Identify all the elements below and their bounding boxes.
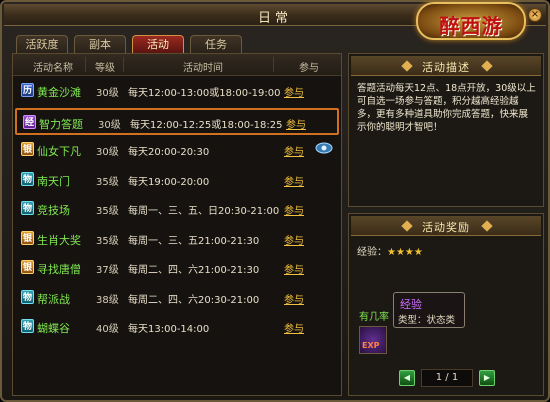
- activity-type-icon: 银: [21, 260, 34, 274]
- header-separator: [123, 57, 124, 72]
- table-row[interactable]: 物帮派战 38级 每周二、四、六20:30-21:00 参与: [15, 285, 339, 312]
- join-link[interactable]: 参与: [284, 291, 304, 306]
- join-link[interactable]: 参与: [284, 202, 304, 217]
- activity-level: 30级: [96, 147, 119, 158]
- header-level: 等级: [95, 63, 115, 74]
- tooltip-title: 经验: [400, 298, 422, 311]
- activity-name: 南天门: [37, 174, 70, 188]
- activity-name: 帮派战: [37, 292, 70, 306]
- join-link[interactable]: 参与: [284, 84, 304, 99]
- header-time: 活动时间: [183, 63, 223, 74]
- table-row[interactable]: 物蝴蝶谷 40级 每天13:00-14:00 参与: [15, 314, 339, 341]
- tab-activity-level[interactable]: 活跃度: [16, 35, 68, 53]
- join-link[interactable]: 参与: [284, 320, 304, 335]
- exp-potion-icon: EXP: [362, 341, 380, 350]
- description-panel: 活动描述 答题活动每天12点、18点开放，30级以上可自选一场参与答题，积分越高…: [348, 53, 544, 207]
- activity-name: 蝴蝶谷: [37, 322, 70, 335]
- next-page-button[interactable]: ▶: [479, 370, 495, 386]
- header-separator: [85, 57, 86, 72]
- rewards-title: 活动奖励: [422, 221, 470, 234]
- table-row[interactable]: 历黄金沙滩 30级 每天12:00-13:00或18:00-19:00 参与: [15, 78, 339, 105]
- activity-time: 每周一、三、五、日20:30-21:00: [128, 206, 280, 217]
- join-link[interactable]: 参与: [284, 143, 304, 158]
- exp-label: 经验：: [357, 247, 387, 258]
- activity-time: 每周二、四、六21:00-21:30: [128, 265, 260, 276]
- daily-window: 日常 醉西游 × 活跃度 副本 活动 任务 活动名称 等级 活动时间 参与 历黄…: [0, 0, 550, 402]
- exp-rating: 经验：★★★★: [357, 243, 423, 258]
- activity-type-icon: 经: [23, 114, 36, 129]
- activity-type-icon: 物: [21, 171, 34, 186]
- logo-text: 醉西游: [439, 14, 503, 38]
- tab-dungeon[interactable]: 副本: [74, 35, 126, 53]
- table-row[interactable]: 银寻找唐僧 37级 每周二、四、六21:00-21:30 参与: [15, 255, 339, 282]
- star-icon: ★★★★: [387, 247, 423, 258]
- activity-type-icon: 物: [21, 289, 34, 304]
- activity-level: 30级: [98, 119, 121, 131]
- activity-level: 35级: [96, 206, 119, 217]
- rewards-header: 活动奖励: [351, 216, 541, 236]
- events-table: 活动名称 等级 活动时间 参与 历黄金沙滩 30级 每天12:00-13:00或18…: [12, 53, 342, 396]
- table-row[interactable]: 银生肖大奖 35级 每周一、三、五21:00-21:30 参与: [15, 226, 339, 253]
- description-title: 活动描述: [422, 61, 470, 74]
- pagination: ◀ 1 / 1 ▶: [399, 369, 495, 387]
- description-text: 答题活动每天12点、18点开放，30级以上可自选一场参与答题，积分越高经验越多，…: [357, 83, 536, 133]
- activity-time: 每天13:00-14:00: [128, 324, 210, 335]
- join-link[interactable]: 参与: [284, 173, 304, 188]
- join-link[interactable]: 参与: [286, 116, 306, 131]
- chance-label: 有几率: [359, 312, 389, 323]
- activity-time: 每天20:00-20:30: [128, 147, 210, 158]
- join-link[interactable]: 参与: [284, 232, 304, 247]
- activity-type-icon: 物: [21, 319, 34, 333]
- activity-name: 竞技场: [37, 204, 70, 217]
- activity-time: 每周二、四、六20:30-21:00: [128, 294, 260, 306]
- activity-name: 黄金沙滩: [37, 86, 81, 99]
- table-header: 活动名称 等级 活动时间 参与: [13, 54, 341, 76]
- table-row[interactable]: 物南天门 35级 每天19:00-20:00 参与: [15, 167, 339, 194]
- activity-name: 智力答题: [39, 117, 83, 131]
- activity-time: 每天12:00-13:00或18:00-19:00: [128, 88, 281, 99]
- activity-time: 每天12:00-12:25或18:00-18:25: [130, 119, 283, 131]
- activity-type-icon: 物: [21, 201, 34, 215]
- tooltip-type: 类型：状态类: [398, 315, 456, 326]
- table-row[interactable]: 经智力答题 30级 每天12:00-12:25或18:00-18:25 参与: [15, 107, 339, 135]
- activity-name: 生肖大奖: [37, 233, 81, 247]
- tab-quests[interactable]: 任务: [190, 35, 242, 53]
- table-row[interactable]: 银仙女下凡 30级 每天20:00-20:30 参与: [15, 137, 339, 164]
- activity-level: 30级: [96, 88, 119, 99]
- join-link[interactable]: 参与: [284, 261, 304, 276]
- activity-time: 每天19:00-20:00: [128, 176, 210, 188]
- reward-item-slot[interactable]: EXP: [359, 326, 387, 354]
- activity-level: 35级: [96, 176, 119, 188]
- tab-events[interactable]: 活动: [132, 35, 184, 53]
- header-join: 参与: [299, 63, 319, 74]
- page-indicator: 1 / 1: [421, 369, 473, 387]
- table-row[interactable]: 物竞技场 35级 每周一、三、五、日20:30-21:00 参与: [15, 196, 339, 223]
- close-button[interactable]: ×: [528, 8, 542, 22]
- activity-time: 每周一、三、五21:00-21:30: [128, 235, 260, 247]
- activity-type-icon: 历: [21, 83, 34, 97]
- activity-level: 38级: [96, 294, 119, 306]
- activity-type-icon: 银: [21, 142, 34, 156]
- description-header: 活动描述: [351, 56, 541, 76]
- activity-name: 寻找唐僧: [37, 263, 81, 276]
- activity-name: 仙女下凡: [37, 145, 81, 158]
- eye-icon[interactable]: [315, 141, 333, 155]
- activity-type-icon: 银: [21, 230, 34, 245]
- game-logo: 醉西游: [416, 2, 526, 40]
- header-name: 活动名称: [33, 63, 73, 74]
- prev-page-button[interactable]: ◀: [399, 370, 415, 386]
- activity-level: 35级: [96, 235, 119, 247]
- activity-level: 37级: [96, 265, 119, 276]
- header-separator: [273, 57, 274, 72]
- item-tooltip: 经验 类型：状态类: [393, 292, 465, 328]
- rewards-panel: 活动奖励 经验：★★★★ 有几率 经验 类型：状态类 EXP ◀ 1 / 1 ▶: [348, 213, 544, 396]
- activity-level: 40级: [96, 324, 119, 335]
